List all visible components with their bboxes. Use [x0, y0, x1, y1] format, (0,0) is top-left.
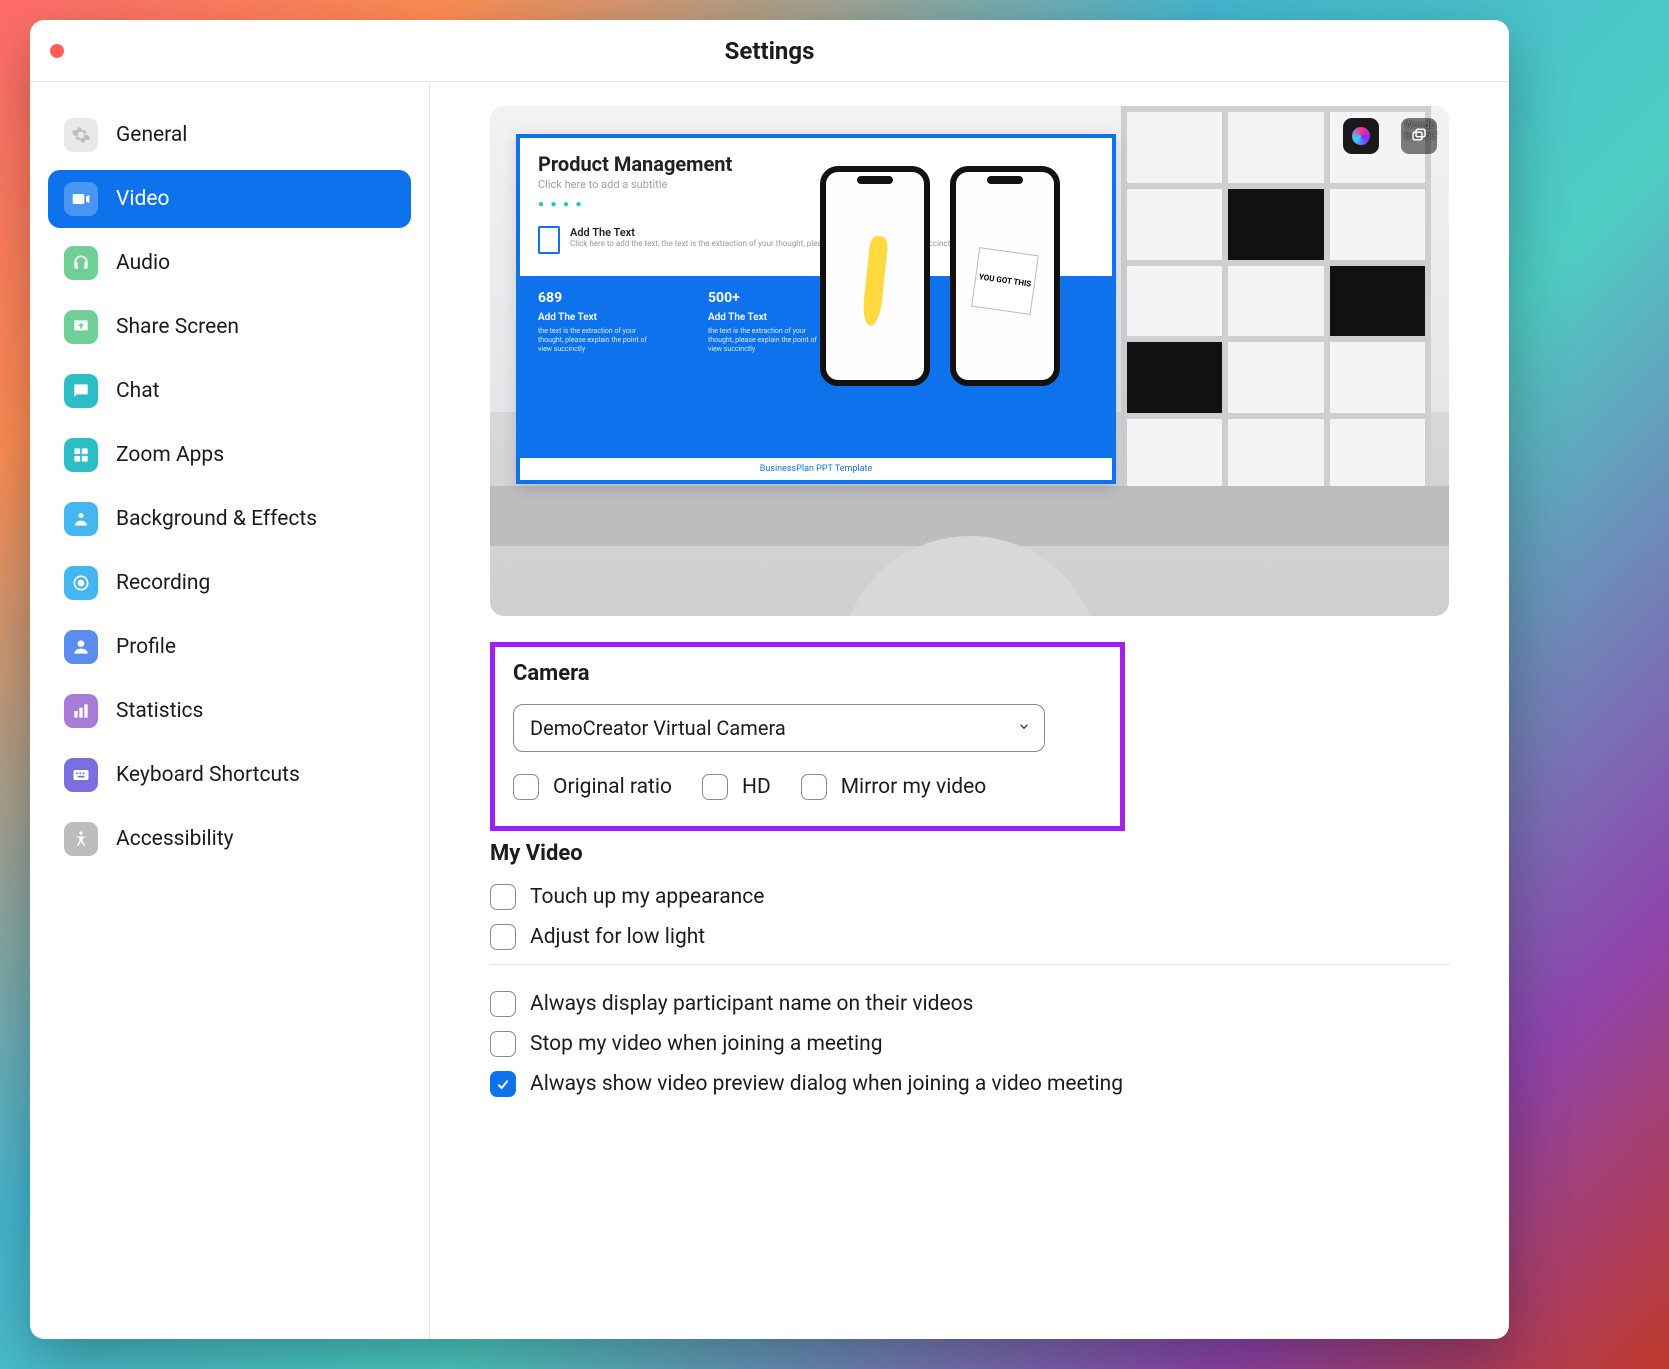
slide-footer: BusinessPlan PPT Template	[520, 458, 1112, 480]
apps-icon	[64, 438, 98, 472]
sidebar-item-recording[interactable]: Recording	[48, 554, 411, 612]
keyboard-icon	[64, 758, 98, 792]
sidebar-item-zoom-apps[interactable]: Zoom Apps	[48, 426, 411, 484]
camera-section-highlight: Camera DemoCreator Virtual Camera Origin…	[490, 642, 1125, 831]
checkbox-label: HD	[742, 775, 771, 799]
sidebar-item-statistics[interactable]: Statistics	[48, 682, 411, 740]
my-video-section: My Video Touch up my appearance Adjust f…	[490, 841, 1449, 950]
checkbox-icon	[801, 774, 827, 800]
sidebar-item-accessibility[interactable]: Accessibility	[48, 810, 411, 868]
checkbox-original-ratio[interactable]: Original ratio	[513, 774, 672, 800]
camera-select-value: DemoCreator Virtual Camera	[530, 716, 786, 740]
chat-icon	[64, 374, 98, 408]
checkbox-label: Stop my video when joining a meeting	[530, 1032, 883, 1056]
settings-window: Settings General Video Audio	[30, 20, 1509, 1339]
phone-mockup: YOU GOT THIS	[950, 166, 1060, 386]
checkbox-mirror-video[interactable]: Mirror my video	[801, 774, 987, 800]
sidebar-item-label: Keyboard Shortcuts	[116, 763, 300, 787]
sidebar-item-label: Profile	[116, 635, 176, 659]
checkbox-hd[interactable]: HD	[702, 774, 771, 800]
sidebar-item-video[interactable]: Video	[48, 170, 411, 228]
checkbox-icon	[490, 1031, 516, 1057]
camera-select-wrap: DemoCreator Virtual Camera	[513, 704, 1045, 752]
sidebar-item-label: General	[116, 123, 187, 147]
sidebar-item-label: Background & Effects	[116, 507, 317, 531]
sidebar-item-chat[interactable]: Chat	[48, 362, 411, 420]
checkbox-display-participant-name[interactable]: Always display participant name on their…	[490, 991, 1449, 1017]
checkbox-show-preview-dialog[interactable]: Always show video preview dialog when jo…	[490, 1071, 1449, 1097]
statistics-icon	[64, 694, 98, 728]
my-video-title: My Video	[490, 841, 1449, 866]
camera-inline-options: Original ratio HD Mirror my video	[513, 774, 1102, 804]
close-window-button[interactable]	[50, 44, 64, 58]
checkbox-icon	[490, 924, 516, 950]
sidebar-item-background-effects[interactable]: Background & Effects	[48, 490, 411, 548]
checkbox-touch-up[interactable]: Touch up my appearance	[490, 884, 1449, 910]
sidebar-item-label: Statistics	[116, 699, 203, 723]
sidebar-item-profile[interactable]: Profile	[48, 618, 411, 676]
gear-icon	[64, 118, 98, 152]
sidebar-item-label: Audio	[116, 251, 170, 275]
stat-desc: the text is the extraction of your thoug…	[708, 327, 828, 354]
titlebar: Settings	[30, 20, 1509, 82]
video-preview: Product Management Click here to add a s…	[490, 106, 1449, 616]
window-title: Settings	[725, 37, 815, 65]
checkbox-label: Mirror my video	[841, 775, 987, 799]
sidebar-item-label: Chat	[116, 379, 160, 403]
checkbox-label: Touch up my appearance	[530, 885, 764, 909]
sidebar-item-label: Video	[116, 187, 169, 211]
sidebar-item-label: Zoom Apps	[116, 443, 224, 467]
checkbox-icon	[490, 1071, 516, 1097]
sidebar-item-audio[interactable]: Audio	[48, 234, 411, 292]
checkbox-icon	[702, 774, 728, 800]
settings-sidebar: General Video Audio Share Screen	[30, 82, 430, 1339]
checkbox-icon	[513, 774, 539, 800]
checkbox-low-light[interactable]: Adjust for low light	[490, 924, 1449, 950]
sidebar-item-label: Share Screen	[116, 315, 239, 339]
phone-note: YOU GOT THIS	[971, 247, 1039, 315]
sidebar-item-general[interactable]: General	[48, 106, 411, 164]
stat-label: Add The Text	[708, 312, 828, 323]
video-icon	[64, 182, 98, 216]
profile-icon	[64, 630, 98, 664]
sidebar-item-share-screen[interactable]: Share Screen	[48, 298, 411, 356]
preview-phones: YOU GOT THIS	[820, 166, 1060, 386]
window-controls	[50, 44, 64, 58]
checkbox-icon	[490, 991, 516, 1017]
window-body: General Video Audio Share Screen	[30, 82, 1509, 1339]
checkbox-label: Always display participant name on their…	[530, 992, 973, 1016]
stat-desc: the text is the extraction of your thoug…	[538, 327, 658, 354]
stat-label: Add The Text	[538, 312, 658, 323]
sidebar-item-label: Accessibility	[116, 827, 234, 851]
section-divider	[490, 964, 1449, 965]
camera-section-title: Camera	[513, 661, 1102, 686]
preview-shelf	[1121, 106, 1431, 496]
checkbox-label: Always show video preview dialog when jo…	[530, 1072, 1123, 1096]
record-icon	[64, 566, 98, 600]
camera-select[interactable]: DemoCreator Virtual Camera	[513, 704, 1045, 752]
checkbox-stop-video-on-join[interactable]: Stop my video when joining a meeting	[490, 1031, 1449, 1057]
phone-mockup	[820, 166, 930, 386]
document-icon	[538, 226, 560, 254]
stat-number: 689	[538, 290, 658, 306]
sidebar-item-keyboard-shortcuts[interactable]: Keyboard Shortcuts	[48, 746, 411, 804]
checkbox-label: Original ratio	[553, 775, 672, 799]
sidebar-item-label: Recording	[116, 571, 210, 595]
brand-badge	[1343, 118, 1379, 154]
rotate-camera-button[interactable]	[1401, 118, 1437, 154]
more-video-options: Always display participant name on their…	[490, 991, 1449, 1097]
background-icon	[64, 502, 98, 536]
checkbox-icon	[490, 884, 516, 910]
checkbox-label: Adjust for low light	[530, 925, 705, 949]
accessibility-icon	[64, 822, 98, 856]
settings-content: Product Management Click here to add a s…	[430, 82, 1509, 1339]
headphones-icon	[64, 246, 98, 280]
share-screen-icon	[64, 310, 98, 344]
stat-number: 500+	[708, 290, 828, 306]
